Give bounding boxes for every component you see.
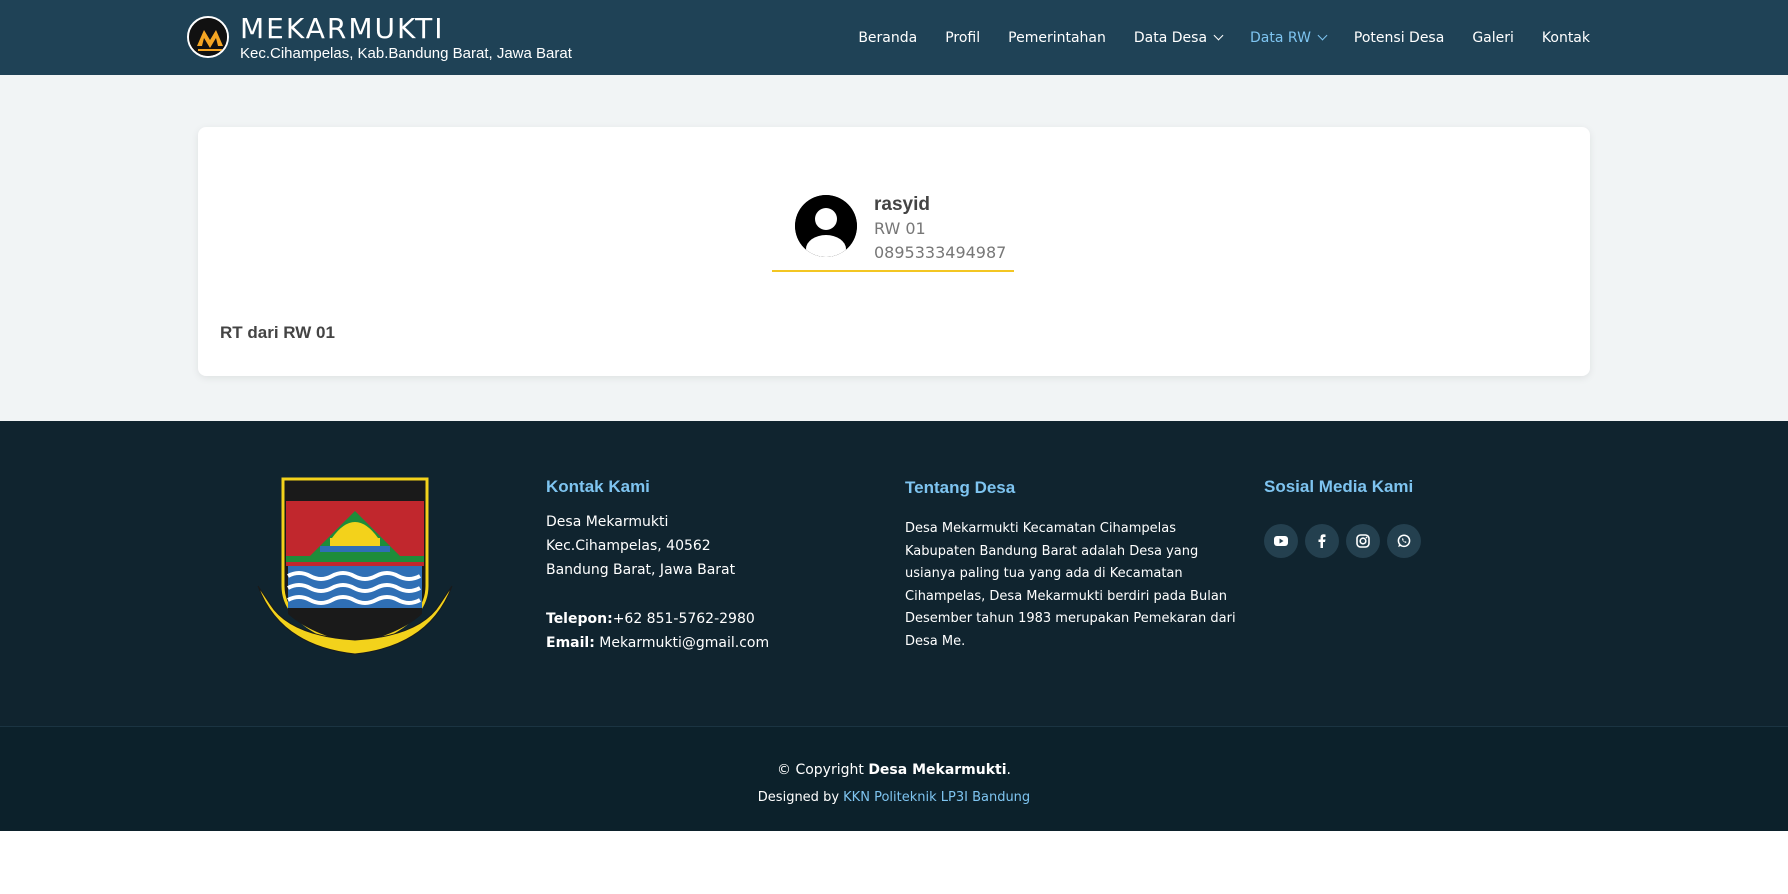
rw-head-name: rasyid [874, 194, 930, 215]
rt-section-heading: RT dari RW 01 [220, 323, 335, 342]
facebook-icon [1318, 534, 1326, 548]
user-avatar-icon [795, 195, 857, 257]
contact-district: Kec.Cihampelas, 40562 [546, 538, 711, 554]
site-title[interactable]: MEKARMUKTI [240, 12, 445, 45]
facebook-link[interactable] [1305, 524, 1339, 558]
about-text: Desa Mekarmukti Kecamatan Cihampelas Kab… [905, 521, 1236, 649]
social-links [1264, 524, 1421, 558]
nav-profil[interactable]: Profil [931, 30, 994, 46]
instagram-icon [1356, 534, 1370, 548]
nav-label: Kontak [1541, 29, 1590, 46]
email-label: Email: [546, 635, 595, 651]
nav-pemerintahan[interactable]: Pemerintahan [994, 30, 1120, 46]
about-title: Tentang Desa [905, 478, 1016, 497]
nav-label: Profil [945, 29, 981, 46]
youtube-link[interactable] [1264, 524, 1298, 558]
avatar [795, 195, 857, 257]
chevron-down-icon [1213, 30, 1224, 41]
logo-mark-icon [189, 18, 227, 56]
site-header: MEKARMUKTI Kec.Cihampelas, Kab.Bandung B… [0, 0, 1788, 75]
contact-phone: Telepon:+62 851-5762-2980 [546, 611, 755, 627]
regency-crest-icon [257, 477, 453, 655]
copyright-suffix: . [1006, 762, 1011, 778]
nav-data-rw[interactable]: Data RW [1236, 30, 1340, 46]
rw-phone: 0895333494987 [874, 243, 1007, 262]
main-nav: Beranda Profil Pemerintahan Data Desa Da… [844, 0, 1590, 75]
site-subtitle: Kec.Cihampelas, Kab.Bandung Barat, Jawa … [240, 45, 572, 62]
regency-crest [250, 476, 460, 666]
nav-label: Data RW [1250, 29, 1311, 46]
footer-bottom-bar: © Copyright Desa Mekarmukti. Designed by… [0, 727, 1788, 831]
phone-label: Telepon: [546, 611, 613, 627]
chevron-down-icon [1317, 30, 1328, 41]
youtube-icon [1274, 536, 1288, 546]
instagram-link[interactable] [1346, 524, 1380, 558]
nav-label: Data Desa [1133, 29, 1208, 46]
whatsapp-link[interactable] [1387, 524, 1421, 558]
rw-number: RW 01 [874, 219, 926, 238]
nav-label: Beranda [858, 29, 918, 46]
copyright-name: Desa Mekarmukti [868, 762, 1007, 778]
contact-village: Desa Mekarmukti [546, 514, 669, 530]
designed-by: Designed by KKN Politeknik LP3I Bandung [0, 790, 1788, 805]
site-logo[interactable] [187, 16, 229, 58]
nav-label: Galeri [1472, 29, 1514, 46]
contact-title: Kontak Kami [546, 477, 650, 496]
main-content: rasyid RW 01 0895333494987 RT dari RW 01 [0, 75, 1788, 421]
nav-beranda[interactable]: Beranda [844, 30, 931, 46]
nav-label: Pemerintahan [1008, 29, 1106, 46]
rw-card: rasyid RW 01 0895333494987 RT dari RW 01 [198, 127, 1590, 376]
contact-email: Email: Mekarmukti@gmail.com [546, 635, 769, 651]
contact-region: Bandung Barat, Jawa Barat [546, 562, 736, 578]
designer-link[interactable]: KKN Politeknik LP3I Bandung [843, 790, 1030, 805]
nav-kontak[interactable]: Kontak [1528, 30, 1590, 46]
designed-prefix: Designed by [757, 790, 844, 805]
social-title: Sosial Media Kami [1264, 477, 1414, 496]
rw-profile: rasyid RW 01 0895333494987 [772, 194, 1014, 272]
copyright-prefix: © Copyright [777, 762, 869, 778]
whatsapp-icon [1397, 534, 1411, 548]
phone-value: +62 851-5762-2980 [612, 611, 755, 627]
nav-data-desa[interactable]: Data Desa [1120, 30, 1236, 46]
nav-galeri[interactable]: Galeri [1458, 30, 1528, 46]
site-footer: Kontak Kami Desa Mekarmukti Kec.Cihampel… [0, 421, 1788, 727]
email-value: Mekarmukti@gmail.com [599, 635, 770, 651]
nav-potensi-desa[interactable]: Potensi Desa [1340, 30, 1458, 46]
nav-label: Potensi Desa [1353, 29, 1445, 46]
copyright-text: © Copyright Desa Mekarmukti. [0, 762, 1788, 778]
